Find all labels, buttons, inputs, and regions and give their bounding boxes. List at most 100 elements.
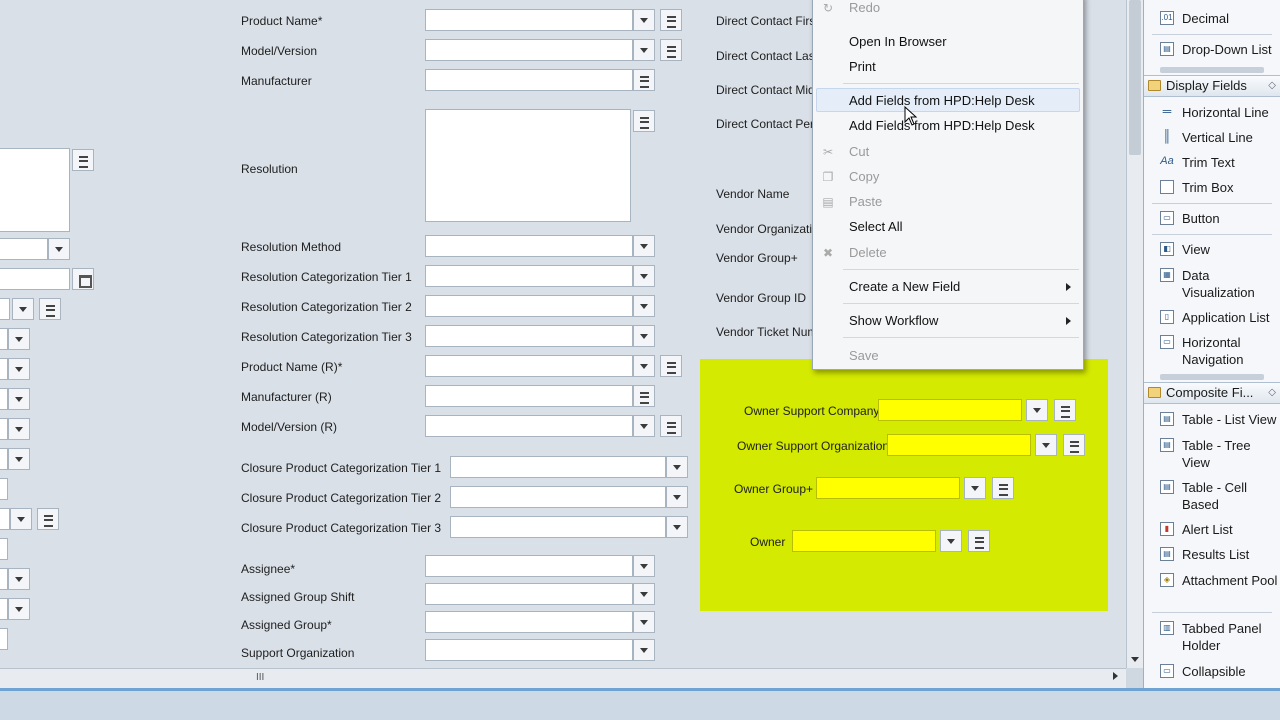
palette-item-collapsible[interactable]: ▭ Collapsible [1160, 663, 1280, 680]
owner-group-menu-button[interactable] [992, 477, 1014, 499]
left-field-3[interactable] [0, 298, 10, 320]
left-field-2[interactable] [0, 268, 70, 290]
palette-item-tabbed-panel-holder[interactable]: ▥ Tabbed Panel Holder [1160, 620, 1280, 654]
palette-item-data-visualization[interactable]: ▦ Data Visualization [1160, 267, 1280, 301]
left-field-2-calendar-icon[interactable] [72, 268, 94, 290]
menu-item-cut[interactable]: Cut [849, 144, 869, 159]
left-textarea[interactable] [0, 148, 70, 232]
product-name-field[interactable] [425, 9, 633, 31]
model-version-r-dropdown[interactable] [633, 415, 655, 437]
left-field-6[interactable] [0, 388, 8, 410]
owner-support-company-menu-button[interactable] [1054, 399, 1076, 421]
palette-item-attachment-pool[interactable]: ◈ Attachment Pool [1160, 572, 1280, 589]
left-field-8-dropdown[interactable] [8, 448, 30, 470]
palette-item-horizontal-line[interactable]: ═ Horizontal Line [1160, 104, 1280, 121]
resolution-method-field[interactable] [425, 235, 633, 257]
owner-dropdown[interactable] [940, 530, 962, 552]
left-field-10-dropdown[interactable] [10, 508, 32, 530]
palette-item-alert-list[interactable]: ▮ Alert List [1160, 521, 1280, 538]
palette-item-vertical-line[interactable]: ║ Vertical Line [1160, 129, 1280, 146]
owner-support-organization-menu-button[interactable] [1063, 434, 1085, 456]
assigned-group-dropdown[interactable] [633, 611, 655, 633]
canvas-horizontal-scrollbar[interactable]: III [0, 668, 1126, 688]
product-name-r-dropdown[interactable] [633, 355, 655, 377]
menu-item-paste[interactable]: Paste [849, 194, 882, 209]
left-field-6-dropdown[interactable] [8, 388, 30, 410]
scroll-down-arrow-icon[interactable] [1131, 657, 1139, 662]
left-field-12-dropdown[interactable] [8, 568, 30, 590]
res-cat-tier2-dropdown[interactable] [633, 295, 655, 317]
left-field-12[interactable] [0, 568, 8, 590]
model-version-r-menu-button[interactable] [660, 415, 682, 437]
res-cat-tier3-field[interactable] [425, 325, 633, 347]
model-version-field[interactable] [425, 39, 633, 61]
resolution-method-dropdown[interactable] [633, 235, 655, 257]
product-name-dropdown[interactable] [633, 9, 655, 31]
left-field-5-dropdown[interactable] [8, 358, 30, 380]
product-name-menu-button[interactable] [660, 9, 682, 31]
left-field-9[interactable] [0, 478, 8, 500]
menu-item-redo[interactable]: Redo [849, 0, 880, 15]
palette-group-composite-fields[interactable]: Composite Fi... ◇ [1144, 382, 1280, 404]
palette-item-table-list-view[interactable]: ▤ Table - List View [1160, 411, 1280, 428]
assignee-field[interactable] [425, 555, 633, 577]
closure-tier3-field[interactable] [450, 516, 666, 538]
assigned-group-shift-field[interactable] [425, 583, 633, 605]
menu-item-show-workflow[interactable]: Show Workflow [849, 313, 938, 328]
left-field-3-dropdown[interactable] [12, 298, 34, 320]
left-field-13[interactable] [0, 598, 8, 620]
resolution-menu-button[interactable] [633, 110, 655, 132]
menu-item-add-fields-1[interactable]: Add Fields from HPD:Help Desk [849, 93, 1035, 108]
product-name-r-menu-button[interactable] [660, 355, 682, 377]
resolution-textarea[interactable] [425, 109, 631, 222]
closure-tier1-dropdown[interactable] [666, 456, 688, 478]
menu-item-select-all[interactable]: Select All [849, 219, 902, 234]
palette-item-results-list[interactable]: ▤ Results List [1160, 546, 1280, 563]
menu-item-add-fields-2[interactable]: Add Fields from HPD:Help Desk [849, 118, 1035, 133]
palette-item-table-tree-view[interactable]: ▤ Table - Tree View [1160, 437, 1280, 471]
res-cat-tier3-dropdown[interactable] [633, 325, 655, 347]
owner-menu-button[interactable] [968, 530, 990, 552]
manufacturer-r-menu-button[interactable] [633, 385, 655, 407]
owner-support-company-field[interactable] [878, 399, 1022, 421]
assignee-dropdown[interactable] [633, 555, 655, 577]
palette-group-display-fields[interactable]: Display Fields ◇ [1144, 75, 1280, 97]
left-field-5[interactable] [0, 358, 8, 380]
menu-item-create-new-field[interactable]: Create a New Field [849, 279, 960, 294]
horizontal-scroll-grip[interactable]: III [256, 672, 264, 683]
palette-item-trim-box[interactable]: Trim Box [1160, 179, 1280, 196]
palette-item-decimal[interactable]: .01 Decimal [1160, 10, 1280, 27]
menu-item-print[interactable]: Print [849, 59, 876, 74]
menu-item-save[interactable]: Save [849, 348, 879, 363]
closure-tier2-dropdown[interactable] [666, 486, 688, 508]
model-version-dropdown[interactable] [633, 39, 655, 61]
palette-item-trim-text[interactable]: Aa Trim Text [1160, 154, 1280, 171]
left-field-1-dropdown[interactable] [48, 238, 70, 260]
model-version-menu-button[interactable] [660, 39, 682, 61]
owner-field[interactable] [792, 530, 936, 552]
support-organization-dropdown[interactable] [633, 639, 655, 661]
left-field-4-dropdown[interactable] [8, 328, 30, 350]
left-field-7[interactable] [0, 418, 8, 440]
left-field-13-dropdown[interactable] [8, 598, 30, 620]
collapse-icon[interactable]: ◇ [1268, 76, 1276, 96]
product-name-r-field[interactable] [425, 355, 633, 377]
menu-item-open-in-browser[interactable]: Open In Browser [849, 34, 947, 49]
assigned-group-shift-dropdown[interactable] [633, 583, 655, 605]
left-field-14[interactable] [0, 628, 8, 650]
closure-tier1-field[interactable] [450, 456, 666, 478]
manufacturer-menu-button[interactable] [633, 69, 655, 91]
assigned-group-field[interactable] [425, 611, 633, 633]
res-cat-tier1-field[interactable] [425, 265, 633, 287]
support-organization-field[interactable] [425, 639, 633, 661]
palette-item-button[interactable]: ▭ Button [1160, 210, 1280, 227]
left-field-7-dropdown[interactable] [8, 418, 30, 440]
owner-group-dropdown[interactable] [964, 477, 986, 499]
left-field-10-menu-button[interactable] [37, 508, 59, 530]
palette-item-dropdown-list[interactable]: ▤ Drop-Down List [1160, 41, 1280, 58]
scroll-right-arrow-icon[interactable] [1113, 672, 1118, 680]
palette-item-table-cell-based[interactable]: ▤ Table - Cell Based [1160, 479, 1280, 513]
palette-item-view[interactable]: ◧ View [1160, 241, 1280, 258]
canvas-vertical-scrollbar[interactable] [1126, 0, 1143, 668]
left-field-10[interactable] [0, 508, 10, 530]
